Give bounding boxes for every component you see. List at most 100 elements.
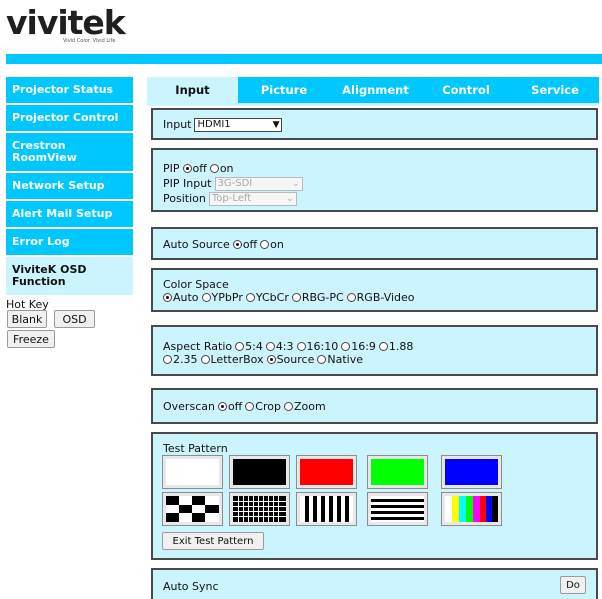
color-space-option-label: YCbCr [255, 291, 289, 304]
sidebar-item-crestron-roomview[interactable]: Crestron RoomView [6, 133, 133, 173]
overscan-label: Overscan [163, 400, 215, 413]
tab-underline [147, 103, 599, 106]
color-space-rbg-pc-radio[interactable] [291, 293, 301, 302]
pattern-red-button[interactable] [296, 455, 357, 489]
overscan-option-label: off [227, 400, 243, 413]
tab-alignment[interactable]: Alignment [330, 77, 421, 103]
osd-button[interactable]: OSD [54, 310, 95, 328]
red-swatch [300, 459, 353, 485]
sidebar-item-error-log[interactable]: Error Log [6, 229, 133, 257]
auto-source-off-label: off [242, 238, 258, 251]
color-space-option-label: RBG-PC [301, 291, 344, 304]
sidebar-item-alert-mail-setup[interactable]: Alert Mail Setup [6, 201, 133, 229]
auto-sync-do-button[interactable]: Do [560, 576, 586, 594]
aspect-source-radio[interactable] [266, 355, 276, 364]
test-pattern-section: Test Pattern Exit Test Pattern [151, 432, 598, 560]
aspect-option-label: 4:3 [275, 340, 294, 353]
pip-input-select[interactable]: 3G-SDI ⌄ [214, 176, 303, 191]
overscan-crop-radio[interactable] [245, 402, 255, 411]
overscan-off-radio[interactable] [217, 402, 227, 411]
white-swatch [166, 459, 219, 485]
blank-button[interactable]: Blank [7, 310, 47, 328]
auto-source-off-radio[interactable] [232, 240, 242, 249]
pattern-grid-button[interactable] [229, 492, 290, 526]
auto-source-label: Auto Source [163, 238, 230, 251]
aspect-native-radio[interactable] [317, 355, 327, 364]
aspect-1-88-radio[interactable] [378, 342, 388, 351]
pip-off-radio[interactable] [182, 164, 192, 173]
color-space-auto-radio[interactable] [163, 293, 172, 302]
chevron-down-icon: ⌄ [291, 178, 300, 189]
sidebar-item-network-setup[interactable]: Network Setup [6, 173, 133, 201]
grid-icon [233, 496, 286, 522]
freeze-button[interactable]: Freeze [7, 330, 55, 348]
vertical-lines-icon [300, 496, 353, 522]
color-space-label: Color Space [163, 278, 229, 291]
pip-off-label: off [192, 162, 207, 175]
color-space-ypbpr-radio[interactable] [201, 293, 211, 302]
sidebar-nav: Projector Status Projector Control Crest… [6, 77, 133, 297]
pattern-black-button[interactable] [229, 455, 290, 489]
pattern-green-button[interactable] [367, 455, 428, 489]
pattern-horizontal-lines-button[interactable] [367, 492, 428, 526]
pip-on-radio[interactable] [209, 164, 219, 173]
tab-bar: Input Picture Alignment Control Service [147, 77, 599, 103]
overscan-zoom-radio[interactable] [283, 402, 293, 411]
aspect-option-label: Source [276, 353, 315, 366]
pip-input-value: 3G-SDI [217, 178, 253, 189]
color-space-ycbcr-radio[interactable] [245, 293, 255, 302]
aspect-5-4-radio[interactable] [235, 342, 245, 351]
pattern-blue-button[interactable] [441, 455, 502, 489]
aspect-16-10-radio[interactable] [296, 342, 306, 351]
tab-input[interactable]: Input [147, 77, 238, 103]
sidebar-item-projector-control[interactable]: Projector Control [6, 105, 133, 133]
pattern-color-bars-button[interactable] [441, 492, 502, 526]
pattern-white-button[interactable] [162, 455, 223, 489]
input-select[interactable]: HDMI1 ▼ [194, 117, 283, 132]
aspect-option-label: 5:4 [245, 340, 263, 353]
auto-source-section: Auto Source off on [151, 227, 598, 260]
auto-source-on-radio[interactable] [260, 240, 270, 249]
exit-test-pattern-button[interactable]: Exit Test Pattern [162, 532, 264, 550]
tab-service[interactable]: Service [511, 77, 599, 103]
pip-position-select[interactable]: Top-Left ⌄ [208, 191, 297, 206]
tab-control[interactable]: Control [421, 77, 511, 103]
chevron-down-icon: ▼ [272, 119, 280, 130]
input-select-value: HDMI1 [197, 119, 231, 130]
aspect-letterbox-radio[interactable] [200, 355, 210, 364]
black-swatch [233, 459, 286, 485]
sidebar-item-projector-status[interactable]: Projector Status [6, 77, 133, 105]
auto-sync-label: Auto Sync [163, 580, 219, 593]
tab-picture[interactable]: Picture [238, 77, 330, 103]
auto-sync-section: Auto Sync Do [151, 568, 598, 599]
input-label: Input [163, 118, 192, 131]
pip-input-label: PIP Input [163, 177, 212, 190]
blue-swatch [445, 459, 498, 485]
aspect-option-label: 16:10 [306, 340, 339, 353]
green-swatch [371, 459, 424, 485]
aspect-option-label: LetterBox [210, 353, 264, 366]
aspect-option-label: 1.88 [388, 340, 414, 353]
pip-position-value: Top-Left [211, 193, 252, 204]
aspect-16-9-radio[interactable] [341, 342, 351, 351]
aspect-ratio-section: Aspect Ratio 5:4 4:3 16:10 16:9 1.88 2.3… [151, 325, 598, 376]
pip-label: PIP [163, 162, 180, 175]
color-space-rgb-video-radio[interactable] [346, 293, 356, 302]
pattern-checkerboard-button[interactable] [162, 492, 223, 526]
color-space-option-label: YPbPr [211, 291, 243, 304]
horizontal-lines-icon [371, 496, 424, 522]
color-space-section: Color Space Auto YPbPr YCbCr RBG-PC RGB-… [151, 268, 598, 312]
color-space-option-label: RGB-Video [356, 291, 415, 304]
sidebar-item-osd-function[interactable]: ViviteK OSD Function [6, 257, 133, 297]
pip-position-label: Position [163, 192, 206, 205]
aspect-ratio-label: Aspect Ratio [163, 340, 233, 353]
aspect-4-3-radio[interactable] [265, 342, 275, 351]
pattern-vertical-lines-button[interactable] [296, 492, 357, 526]
input-section: Input HDMI1 ▼ [151, 108, 598, 140]
overscan-option-label: Crop [255, 400, 281, 413]
aspect-option-label: 2.35 [173, 353, 198, 366]
logo-tagline: Vivid Color. Vivid Life [63, 38, 116, 44]
aspect-option-label: 16:9 [351, 340, 376, 353]
checkerboard-icon [166, 496, 219, 522]
aspect-2-35-radio[interactable] [163, 355, 172, 364]
